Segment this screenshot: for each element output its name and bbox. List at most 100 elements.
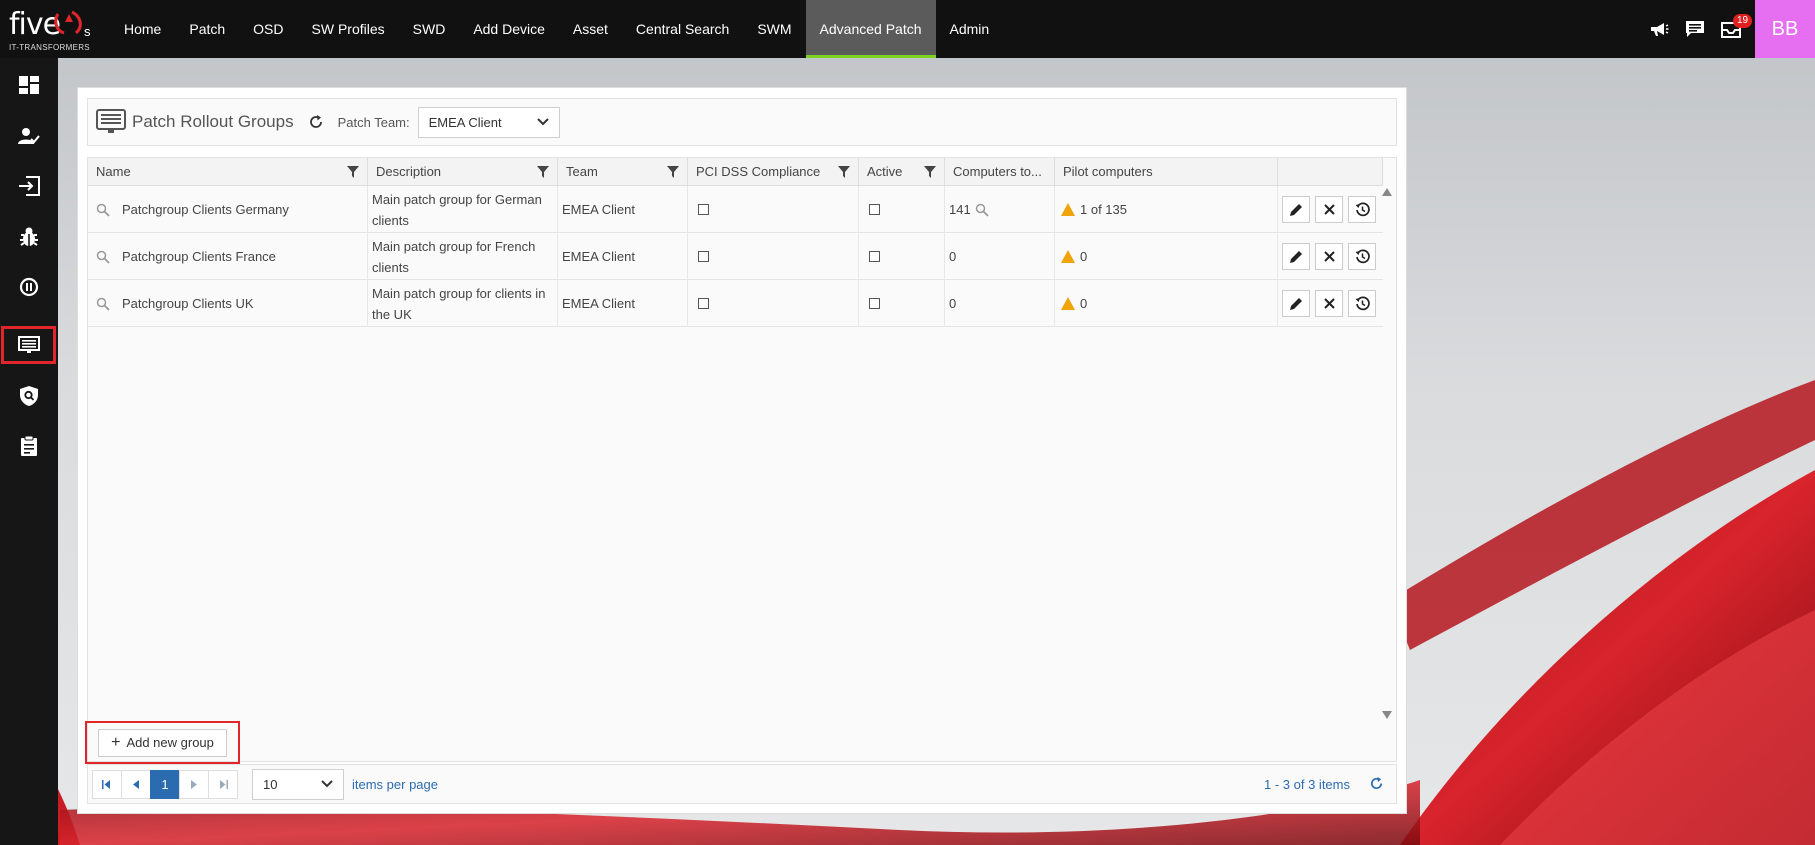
magnifier-icon[interactable] (96, 250, 110, 264)
table-row[interactable]: Patchgroup Clients France Main patch gro… (88, 233, 1383, 280)
patch-team-select[interactable]: EMEA Client (417, 106, 560, 138)
group-description: Main patch group for German clients (368, 186, 558, 233)
last-page-button[interactable] (208, 769, 238, 799)
chat-icon[interactable] (1677, 0, 1713, 58)
filter-icon[interactable] (347, 166, 359, 178)
pencil-icon (1290, 203, 1302, 216)
nav-central-search[interactable]: Central Search (622, 0, 743, 58)
active-checkbox[interactable] (869, 251, 880, 262)
add-new-group-button[interactable]: + Add new group (98, 728, 227, 757)
column-team[interactable]: Team (558, 158, 688, 186)
next-page-button[interactable] (179, 769, 209, 799)
patch-team-value: EMEA Client (428, 114, 502, 130)
nav-asset[interactable]: Asset (559, 0, 622, 58)
history-button[interactable] (1348, 243, 1376, 270)
nav-swm[interactable]: SWM (743, 0, 805, 58)
cell-actions (1278, 233, 1383, 280)
sidebar-item-dashboard[interactable] (1, 65, 56, 105)
magnifier-icon[interactable] (975, 203, 989, 217)
close-icon (1323, 251, 1335, 262)
table-row[interactable]: Patchgroup Clients Germany Main patch gr… (88, 186, 1383, 233)
page-title: Patch Rollout Groups (132, 112, 294, 131)
magnifier-icon[interactable] (96, 203, 110, 217)
active-checkbox[interactable] (869, 298, 880, 309)
history-button[interactable] (1348, 196, 1376, 223)
edit-button[interactable] (1282, 243, 1310, 270)
column-pci-dss[interactable]: PCI DSS Compliance (688, 158, 859, 186)
filter-icon[interactable] (838, 166, 850, 178)
cell-pci-dss (688, 186, 859, 233)
delete-button[interactable] (1315, 196, 1343, 223)
bug-icon (19, 227, 38, 246)
group-name: Patchgroup Clients France (122, 249, 276, 264)
column-team-label: Team (566, 164, 598, 179)
sidebar-item-shield-search[interactable] (1, 376, 56, 416)
table-row[interactable]: Patchgroup Clients UK Main patch group f… (88, 280, 1383, 327)
history-button[interactable] (1348, 290, 1376, 317)
sidebar-item-pause[interactable] (1, 267, 56, 307)
nav-add-device[interactable]: Add Device (459, 0, 559, 58)
refresh-icon[interactable] (308, 114, 324, 130)
cell-computers: 0 (945, 280, 1055, 327)
pilot-count: 1 of 135 (1080, 202, 1127, 217)
nav-osd[interactable]: OSD (239, 0, 297, 58)
nav-patch[interactable]: Patch (175, 0, 239, 58)
cell-pilot: 1 of 135 (1055, 186, 1278, 233)
notification-badge: 19 (1733, 14, 1753, 28)
column-active[interactable]: Active (859, 158, 945, 186)
pci-dss-checkbox[interactable] (698, 204, 709, 215)
megaphone-icon[interactable] (1641, 0, 1677, 58)
filter-icon[interactable] (924, 166, 936, 178)
pci-dss-checkbox[interactable] (698, 251, 709, 262)
nav-advanced-patch[interactable]: Advanced Patch (805, 0, 936, 58)
brand-logo[interactable]: five s IT-TRANSFORMERS (0, 0, 110, 58)
sidebar-item-bug[interactable] (1, 217, 56, 257)
group-description: Main patch group for clients in the UK (368, 280, 558, 327)
chevron-down-icon (536, 118, 549, 126)
column-description[interactable]: Description (368, 158, 558, 186)
column-pilot[interactable]: Pilot computers (1055, 158, 1278, 186)
first-page-button[interactable] (92, 769, 122, 799)
pause-circle-icon (19, 277, 38, 297)
patch-team-label: Patch Team: (337, 114, 410, 130)
scroll-up-arrow[interactable] (1382, 188, 1392, 196)
sidebar-item-user-check[interactable] (1, 116, 56, 156)
refresh-icon[interactable] (1369, 776, 1384, 791)
panel-header: Patch Rollout Groups Patch Team: EMEA Cl… (87, 98, 1397, 146)
group-name: Patchgroup Clients Germany (122, 202, 289, 217)
sidebar-item-clipboard[interactable] (1, 426, 56, 466)
brand-suffix: s (84, 24, 91, 39)
nav-swd[interactable]: SWD (399, 0, 460, 58)
previous-page-button[interactable] (121, 769, 151, 799)
history-icon (1355, 202, 1370, 217)
cell-computers: 0 (945, 233, 1055, 280)
user-avatar[interactable]: BB (1755, 0, 1815, 58)
nav-sw-profiles[interactable]: SW Profiles (298, 0, 399, 58)
magnifier-icon[interactable] (96, 297, 110, 311)
scroll-down-arrow[interactable] (1382, 711, 1392, 719)
page-number[interactable]: 1 (150, 769, 180, 799)
filter-icon[interactable] (667, 166, 679, 178)
last-page-icon (220, 779, 228, 789)
nav-home[interactable]: Home (110, 0, 175, 58)
active-checkbox[interactable] (869, 204, 880, 215)
edit-button[interactable] (1282, 196, 1310, 223)
column-name[interactable]: Name (88, 158, 368, 186)
edit-button[interactable] (1282, 290, 1310, 317)
brand-tagline: IT-TRANSFORMERS (9, 43, 90, 52)
sidebar-item-login[interactable] (1, 166, 56, 206)
delete-button[interactable] (1315, 243, 1343, 270)
column-actions (1278, 158, 1383, 186)
delete-button[interactable] (1315, 290, 1343, 317)
column-computers[interactable]: Computers to... (945, 158, 1055, 186)
items-per-page-select[interactable]: 10 (252, 768, 344, 800)
warning-icon (1061, 250, 1075, 263)
group-team: EMEA Client (558, 280, 688, 327)
nav-admin[interactable]: Admin (936, 0, 1004, 58)
sidebar-item-patch-rollout[interactable] (1, 326, 56, 364)
filter-icon[interactable] (537, 166, 549, 178)
inbox-icon[interactable]: 19 (1713, 0, 1753, 58)
history-icon (1355, 249, 1370, 264)
pci-dss-checkbox[interactable] (698, 298, 709, 309)
cell-pilot: 0 (1055, 233, 1278, 280)
